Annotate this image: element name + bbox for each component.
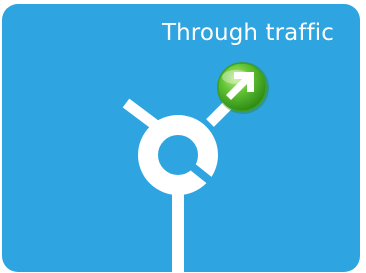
- traffic-sign-illustration: Through traffic: [0, 0, 366, 273]
- exit-arrow-button[interactable]: [217, 62, 269, 114]
- road-left-arm: [122, 98, 162, 132]
- road-bottom-arm: [172, 184, 184, 273]
- roundabout-diagram: [122, 62, 269, 273]
